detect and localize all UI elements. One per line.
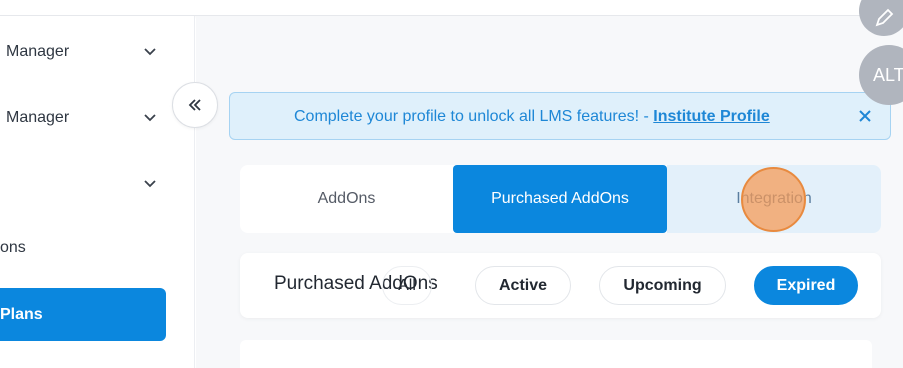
sidebar-item-label: ons	[0, 239, 26, 256]
click-highlight	[741, 167, 806, 232]
tab-purchased-addons[interactable]: Purchased AddOns	[453, 165, 667, 233]
filter-expired-button[interactable]: Expired	[754, 266, 858, 305]
sidebar-item-manager-1[interactable]: Manager	[0, 37, 195, 67]
chevron-down-icon	[144, 114, 156, 122]
sidebar-item-label: Manager	[6, 109, 70, 126]
collapse-sidebar-button[interactable]	[172, 82, 218, 128]
filter-all-button[interactable]: All	[382, 266, 432, 305]
close-icon[interactable]	[856, 107, 874, 125]
sidebar-item-collapsed[interactable]	[0, 169, 195, 199]
filter-upcoming-button[interactable]: Upcoming	[599, 266, 726, 305]
top-bar	[0, 0, 903, 16]
content-card	[240, 340, 872, 368]
sidebar-item-label: Plans	[0, 305, 43, 323]
banner-text: Complete your profile to unlock all LMS …	[294, 108, 654, 125]
sidebar-item-label: Manager	[6, 43, 70, 60]
sidebar-item-plans[interactable]: Plans	[0, 288, 166, 341]
banner-message: Complete your profile to unlock all LMS …	[294, 108, 770, 126]
sidebar: Manager Manager ons Plans	[0, 16, 195, 368]
filter-card: Purchased AddOns All Active Upcoming Exp…	[240, 253, 881, 318]
avatar-text: ALT	[873, 64, 903, 85]
profile-banner: Complete your profile to unlock all LMS …	[229, 92, 891, 140]
filter-active-button[interactable]: Active	[475, 266, 571, 305]
pencil-icon	[875, 8, 894, 27]
sidebar-item-addons[interactable]: ons	[0, 233, 195, 263]
chevron-down-icon	[144, 180, 156, 188]
institute-profile-link[interactable]: Institute Profile	[653, 108, 769, 125]
sidebar-item-manager-2[interactable]: Manager	[0, 103, 195, 133]
chevron-down-icon	[144, 48, 156, 56]
tab-addons[interactable]: AddOns	[240, 165, 453, 233]
double-chevron-left-icon	[188, 99, 201, 111]
